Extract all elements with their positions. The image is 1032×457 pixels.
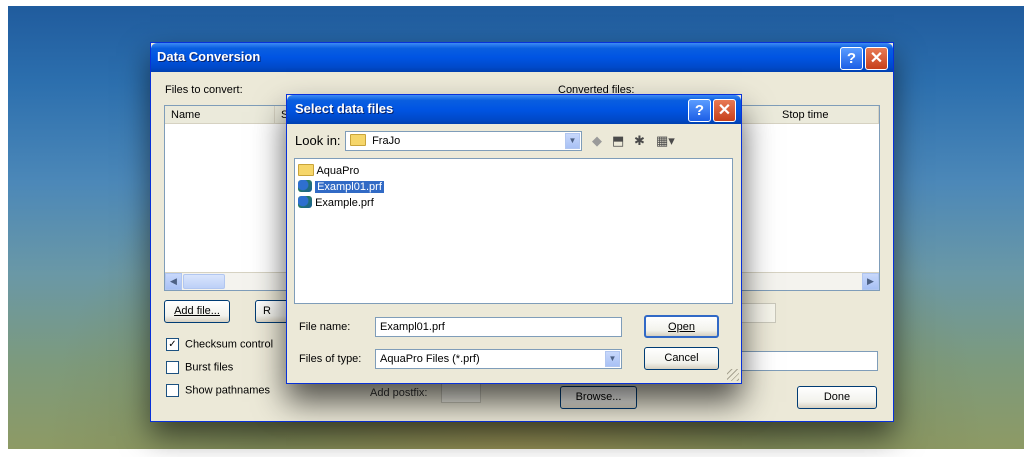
show-pathnames-box (166, 384, 179, 397)
look-in-label: Look in: (295, 133, 341, 148)
column-header-name[interactable]: Name (165, 106, 275, 124)
view-menu-icon[interactable]: ▦▾ (656, 133, 675, 149)
column-header-stop-time[interactable]: Stop time (742, 106, 879, 124)
prf-file-icon (298, 196, 312, 209)
item-name: Example.prf (315, 197, 374, 209)
list-item-example[interactable]: Example.prf (298, 196, 374, 211)
burst-files-box (166, 361, 179, 374)
scroll-right-icon[interactable]: ▶ (862, 273, 879, 290)
left-horizontal-scrollbar[interactable]: ◀ (165, 272, 305, 290)
resize-grip[interactable] (727, 369, 739, 381)
chevron-down-icon[interactable]: ▼ (605, 351, 620, 367)
folder-icon (350, 134, 366, 147)
postfix-field[interactable] (441, 383, 481, 403)
files-of-type-value: AquaPro Files (*.prf) (380, 353, 480, 365)
open-button[interactable]: Open (644, 315, 719, 338)
files-of-type-label: Files of type: (299, 353, 362, 365)
scroll-thumb[interactable] (183, 274, 225, 289)
select-data-files-dialog: Select data files ? ✕ Look in: FraJo ▼ ◆… (286, 94, 742, 384)
open-label: Open (668, 321, 695, 333)
new-folder-icon[interactable]: ✱ (634, 133, 645, 149)
main-dialog-title: Data Conversion (157, 49, 261, 64)
item-name: AquaPro (316, 165, 360, 177)
add-file-label: Add file... (174, 305, 220, 317)
check-icon: ✓ (166, 338, 179, 351)
files-of-type-combo[interactable]: AquaPro Files (*.prf) ▼ (375, 349, 622, 369)
checksum-control-label: Checksum control (185, 338, 274, 351)
show-pathnames-checkbox[interactable]: Show pathnames (166, 384, 270, 397)
chevron-down-icon[interactable]: ▼ (565, 133, 580, 149)
converted-files-list[interactable]: Stop time ▶ (741, 105, 880, 291)
back-arrow-icon[interactable]: ◆ (592, 133, 602, 149)
show-pathnames-label: Show pathnames (185, 384, 270, 397)
help-icon[interactable]: ? (840, 47, 863, 70)
add-file-button[interactable]: Add file... (164, 300, 230, 323)
right-text-field[interactable] (741, 351, 878, 371)
add-postfix-label: Add postfix: (370, 387, 428, 399)
done-button[interactable]: Done (797, 386, 877, 409)
browse-button[interactable]: Browse... (560, 386, 637, 409)
file-dialog-close-icon[interactable]: ✕ (713, 99, 736, 122)
up-folder-icon[interactable]: ⬒ (612, 133, 624, 149)
look-in-combo[interactable]: FraJo ▼ (345, 131, 582, 151)
disabled-combo (741, 303, 776, 323)
file-dialog-toolbar: ◆ ⬒ ✱ ▦▾ (590, 133, 700, 151)
list-item-aquapro[interactable]: AquaPro (298, 164, 359, 179)
files-to-convert-label: Files to convert: (165, 84, 243, 96)
file-list[interactable]: AquaPro Exampl01.prf Example.prf (294, 158, 733, 304)
checksum-control-checkbox[interactable]: ✓ Checksum control (166, 338, 273, 351)
files-to-convert-list[interactable]: Name S ◀ (164, 105, 306, 291)
scroll-left-icon[interactable]: ◀ (165, 273, 182, 290)
cancel-button[interactable]: Cancel (644, 347, 719, 370)
folder-icon (298, 164, 314, 177)
burst-files-checkbox[interactable]: Burst files (166, 361, 233, 374)
look-in-value: FraJo (372, 135, 401, 147)
file-name-label: File name: (299, 321, 350, 333)
item-name: Exampl01.prf (315, 181, 384, 193)
file-name-label-text: File name: (299, 321, 351, 333)
prf-file-icon (298, 180, 312, 193)
burst-files-label: Burst files (185, 361, 234, 374)
right-horizontal-scrollbar[interactable]: ▶ (742, 272, 879, 290)
file-dialog-help-icon[interactable]: ? (688, 99, 711, 122)
file-dialog-titlebar[interactable]: Select data files ? ✕ (287, 95, 741, 124)
close-icon[interactable]: ✕ (865, 47, 888, 70)
main-titlebar[interactable]: Data Conversion ? ✕ (151, 43, 893, 72)
file-dialog-title: Select data files (295, 101, 394, 116)
file-name-input[interactable]: Exampl01.prf (375, 317, 622, 337)
list-item-exampl01[interactable]: Exampl01.prf (298, 180, 384, 195)
